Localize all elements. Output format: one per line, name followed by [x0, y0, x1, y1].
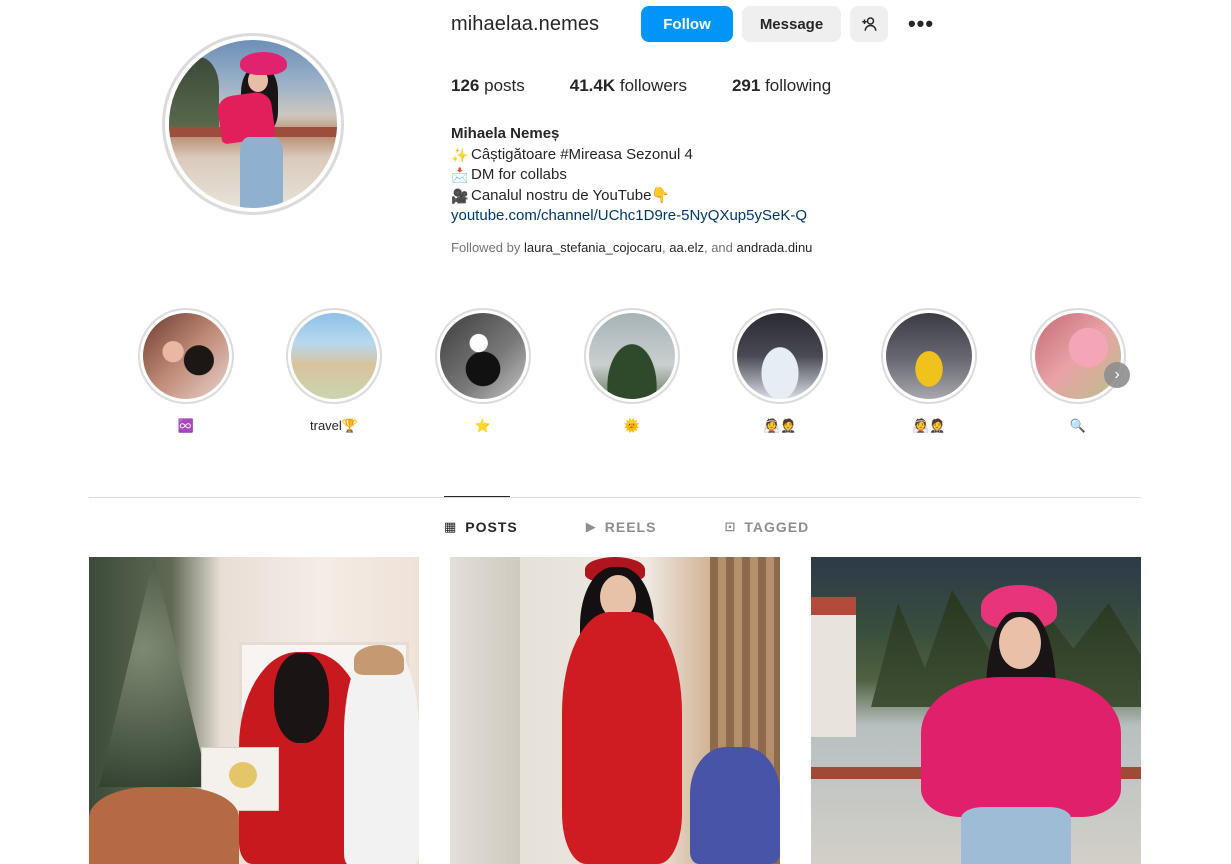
tab-label: TAGGED: [744, 519, 810, 535]
profile-tabs: ▦ POSTS ▶ REELS ⊡ TAGGED: [444, 519, 877, 535]
highlight-item[interactable]: travel🏆: [286, 308, 382, 435]
following-stat[interactable]: 291 following: [732, 76, 831, 96]
highlight-item[interactable]: 👰🤵: [881, 308, 977, 435]
tagged-icon: ⊡: [724, 519, 737, 534]
chevron-right-icon[interactable]: ›: [1104, 362, 1130, 388]
followers-stat[interactable]: 41.4K followers: [570, 76, 687, 96]
highlight-label: 👰🤵: [763, 418, 797, 433]
highlight-item[interactable]: 👰🤵: [732, 308, 828, 435]
bio-text: DM for collabs: [471, 166, 567, 183]
profile-link[interactable]: youtube.com/channel/UChc1D9re-5NyQXup5yS…: [451, 206, 807, 227]
highlight-cover: [1035, 313, 1121, 399]
highlight-label: 👰🤵: [912, 418, 946, 433]
post-thumbnail[interactable]: [811, 557, 1141, 864]
active-tab-indicator: [444, 496, 510, 497]
envelope-icon: 📩: [451, 167, 469, 183]
highlight-label: 🔍: [1069, 418, 1087, 433]
grid-icon: ▦: [444, 519, 458, 534]
tab-label: POSTS: [465, 519, 518, 535]
bio-text: Canalul nostru de YouTube👇: [471, 186, 671, 204]
suggest-user-button[interactable]: [850, 6, 888, 42]
highlight-cover: [440, 313, 526, 399]
posts-label: posts: [484, 76, 525, 95]
highlight-label: ⭐: [474, 418, 492, 433]
followed-user[interactable]: andrada.dinu: [737, 240, 813, 255]
profile-stats: 126 posts 41.4K followers 291 following: [451, 76, 876, 96]
avatar-image: [169, 40, 337, 208]
tab-posts[interactable]: ▦ POSTS: [444, 519, 518, 535]
follow-button[interactable]: Follow: [641, 6, 733, 42]
followed-and: , and: [703, 240, 737, 255]
reels-icon: ▶: [585, 519, 597, 534]
tab-tagged[interactable]: ⊡ TAGGED: [724, 519, 809, 535]
highlight-label: 🌞: [623, 418, 641, 433]
posts-stat: 126 posts: [451, 76, 525, 96]
highlight-item[interactable]: 🌞: [584, 308, 680, 435]
highlight-cover: [291, 313, 377, 399]
following-count: 291: [731, 76, 761, 95]
tab-label: REELS: [604, 519, 657, 535]
bio-text: Câștigătoare #Mireasa Sezonul 4: [471, 145, 693, 163]
highlight-label: travel🏆: [310, 418, 358, 433]
followers-count: 41.4K: [569, 76, 616, 95]
posts-count: 126: [451, 76, 480, 95]
camera-icon: 🎥: [451, 187, 469, 204]
message-button[interactable]: Message: [742, 6, 841, 42]
highlight-cover: [589, 313, 675, 399]
profile-bio: Mihaela Nemeș ✨ Câștigătoare #Mireasa Se…: [451, 124, 807, 227]
sparkles-icon: ✨: [451, 146, 469, 163]
followed-by: Followed by laura_stefania_cojocaru, aa.…: [451, 240, 812, 255]
post-thumbnail[interactable]: [89, 557, 419, 864]
followed-prefix: Followed by: [451, 240, 524, 255]
more-icon: •••: [907, 11, 935, 36]
profile-username: mihaelaa.nemes: [451, 13, 600, 35]
highlight-cover: [737, 313, 823, 399]
story-highlights: ♾️ travel🏆 ⭐ 🌞 👰🤵 👰🤵 🔍 ›: [138, 308, 1130, 438]
highlight-item[interactable]: ⭐: [435, 308, 531, 435]
followed-user[interactable]: aa.elz: [669, 240, 704, 255]
bio-line: 🎥 Canalul nostru de YouTube👇: [451, 186, 807, 207]
highlight-label: ♾️: [177, 418, 195, 433]
post-thumbnail[interactable]: [450, 557, 780, 864]
tabs-divider: [89, 497, 1141, 498]
more-options-button[interactable]: •••: [902, 6, 940, 42]
following-label: following: [765, 76, 832, 95]
tab-reels[interactable]: ▶ REELS: [586, 519, 657, 535]
highlight-item[interactable]: ♾️: [138, 308, 234, 435]
profile-avatar[interactable]: [162, 33, 344, 215]
add-user-icon: [862, 17, 877, 31]
profile-full-name: Mihaela Nemeș: [451, 125, 560, 142]
followers-label: followers: [619, 76, 687, 95]
highlight-cover: [143, 313, 229, 399]
bio-line: ✨ Câștigătoare #Mireasa Sezonul 4: [451, 145, 807, 166]
followed-user[interactable]: laura_stefania_cojocaru: [524, 240, 662, 255]
highlight-cover: [886, 313, 972, 399]
bio-line: 📩 DM for collabs: [451, 165, 807, 186]
